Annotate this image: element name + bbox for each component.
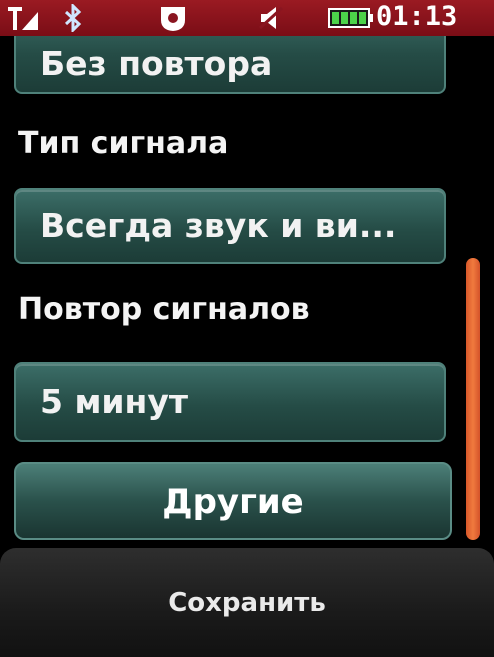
repeat-mode-value: Без повтора: [40, 44, 273, 83]
signal-repeat-label: Повтор сигналов: [18, 292, 310, 327]
other-settings-button[interactable]: Другие: [14, 462, 452, 540]
save-button[interactable]: Сохранить: [0, 588, 494, 618]
softkey-bar: Сохранить: [0, 548, 494, 657]
status-bar: 01:13: [0, 0, 494, 36]
signal-type-value: Всегда звук и ви...: [40, 206, 397, 245]
signal-icon: [8, 7, 38, 30]
bluetooth-icon: [64, 4, 82, 32]
other-settings-label: Другие: [162, 482, 304, 522]
battery-icon: [328, 8, 373, 28]
signal-type-label: Тип сигнала: [18, 126, 229, 161]
signal-repeat-selector[interactable]: 5 минут: [14, 362, 446, 442]
mute-icon: [258, 6, 284, 30]
scrollbar-thumb[interactable]: [466, 258, 480, 540]
signal-type-selector[interactable]: Всегда звук и ви...: [14, 188, 446, 264]
repeat-mode-selector[interactable]: Без повтора: [14, 36, 446, 94]
signal-repeat-value: 5 минут: [40, 382, 188, 421]
profile-icon: [161, 7, 185, 31]
status-clock: 01:13: [376, 1, 458, 32]
